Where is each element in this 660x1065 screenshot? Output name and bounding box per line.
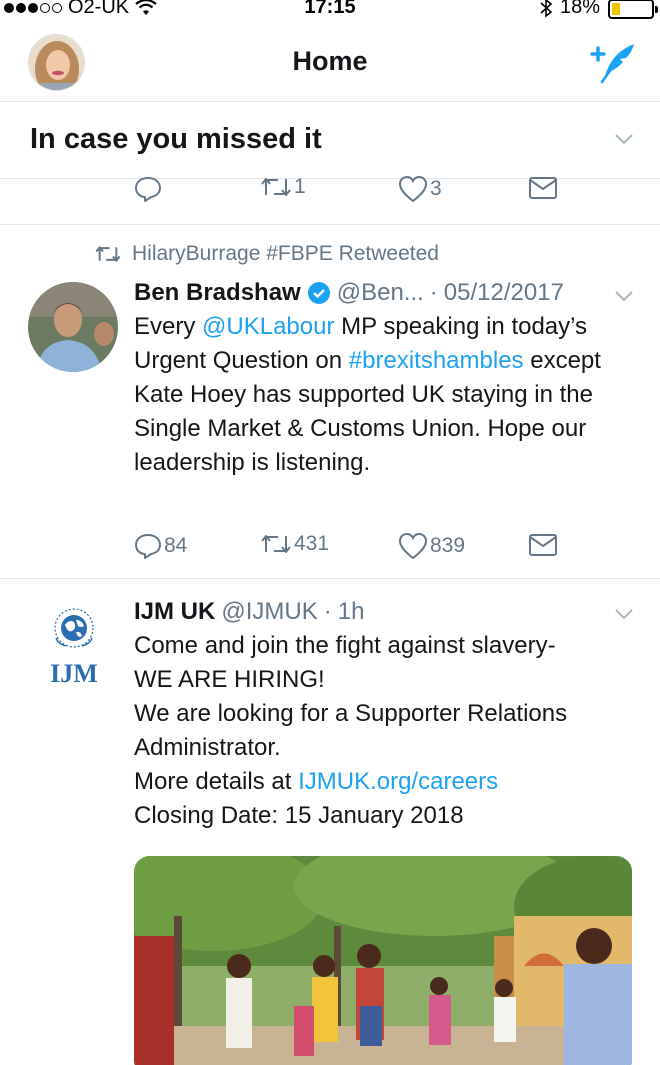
compose-tweet-icon[interactable] (590, 40, 636, 84)
author-name[interactable]: Ben Bradshaw (134, 279, 301, 307)
partial-tweet-actions: 1 3 (134, 175, 574, 209)
meta-separator: · (323, 598, 332, 625)
retweet-count: 431 (294, 532, 330, 555)
retweet-icon (261, 535, 291, 553)
tweet-media-image[interactable] (134, 856, 632, 1065)
retweet-button[interactable]: 1 (260, 175, 306, 199)
tweet-divider (0, 578, 660, 579)
like-button[interactable]: 3 (398, 175, 442, 203)
chevron-down-icon[interactable] (614, 129, 634, 149)
author-avatar[interactable] (28, 282, 118, 372)
status-right: 18% (540, 0, 658, 19)
verified-badge-icon (307, 282, 330, 304)
direct-message-button[interactable] (528, 175, 558, 201)
battery-icon (608, 0, 658, 19)
battery-percent: 18% (559, 0, 600, 18)
tweet-divider (0, 224, 660, 225)
direct-message-button[interactable] (528, 532, 558, 558)
reply-button[interactable] (134, 175, 164, 203)
envelope-icon (529, 534, 557, 556)
bluetooth-icon (540, 0, 552, 18)
battery-level (612, 2, 620, 15)
tweet-meta: Ben Bradshaw @Ben... · 05/12/2017 (134, 279, 564, 307)
careers-link[interactable]: IJMUK.org/careers (298, 768, 498, 795)
tweet-options-chevron-icon[interactable] (614, 286, 634, 306)
author-name[interactable]: IJM UK (134, 598, 215, 626)
tweet-text-line: We are looking for a Supporter Relations… (134, 700, 568, 761)
nav-header: Home (0, 24, 660, 102)
tweet-text: Come and join the fight against slavery-… (134, 629, 639, 833)
hashtag-link[interactable]: #brexitshambles (349, 347, 524, 374)
retweet-icon (261, 178, 291, 196)
reply-icon (135, 177, 161, 202)
like-count: 3 (430, 177, 442, 200)
ijm-logo-text: IJM (50, 659, 98, 688)
page-title: Home (292, 46, 368, 76)
tweet-text-line: Come and join the fight against slavery- (134, 632, 556, 659)
retweet-count: 1 (294, 175, 306, 198)
author-avatar[interactable]: IJM (28, 598, 118, 688)
envelope-icon (529, 177, 557, 199)
tweet-text-line: Closing Date: 15 January 2018 (134, 802, 464, 829)
meta-separator: · (429, 279, 438, 306)
author-handle[interactable]: @IJMUK (221, 598, 317, 626)
retweet-icon (95, 246, 121, 262)
heart-icon (398, 532, 428, 560)
tweet-text-line: WE ARE HIRING! (134, 666, 325, 693)
status-bar: O2-UK 17:15 18% (0, 0, 660, 22)
section-title: In case you missed it (30, 123, 322, 155)
like-count: 839 (430, 534, 466, 557)
tweet-actions: 84 431 839 (134, 532, 574, 566)
retweet-button[interactable]: 431 (260, 532, 329, 556)
retweet-context-label: HilaryBurrage #FBPE Retweeted (132, 242, 439, 265)
mention-link[interactable]: @UKLabour (202, 313, 334, 340)
author-handle[interactable]: @Ben... (337, 279, 424, 307)
tweet-text: Every @UKLabour MP speaking in today’s U… (134, 310, 639, 480)
tweet-timestamp: 05/12/2017 (443, 279, 564, 306)
in-case-you-missed-it-header[interactable]: In case you missed it (0, 103, 660, 179)
tweet-text-part: More details at (134, 768, 299, 795)
like-button[interactable]: 839 (398, 532, 465, 560)
tweet-text-part: Every (134, 313, 203, 340)
tweet-meta: IJM UK @IJMUK · 1h (134, 598, 364, 626)
tweet-timestamp: 1h (337, 598, 365, 625)
heart-icon (398, 175, 428, 203)
reply-button[interactable]: 84 (134, 532, 187, 560)
tweet-text-line: More details at IJMUK.org/careers (134, 765, 639, 799)
reply-icon (135, 534, 161, 559)
retweet-context[interactable]: HilaryBurrage #FBPE Retweeted (94, 242, 439, 266)
reply-count: 84 (164, 534, 188, 557)
tweet-options-chevron-icon[interactable] (614, 604, 634, 624)
